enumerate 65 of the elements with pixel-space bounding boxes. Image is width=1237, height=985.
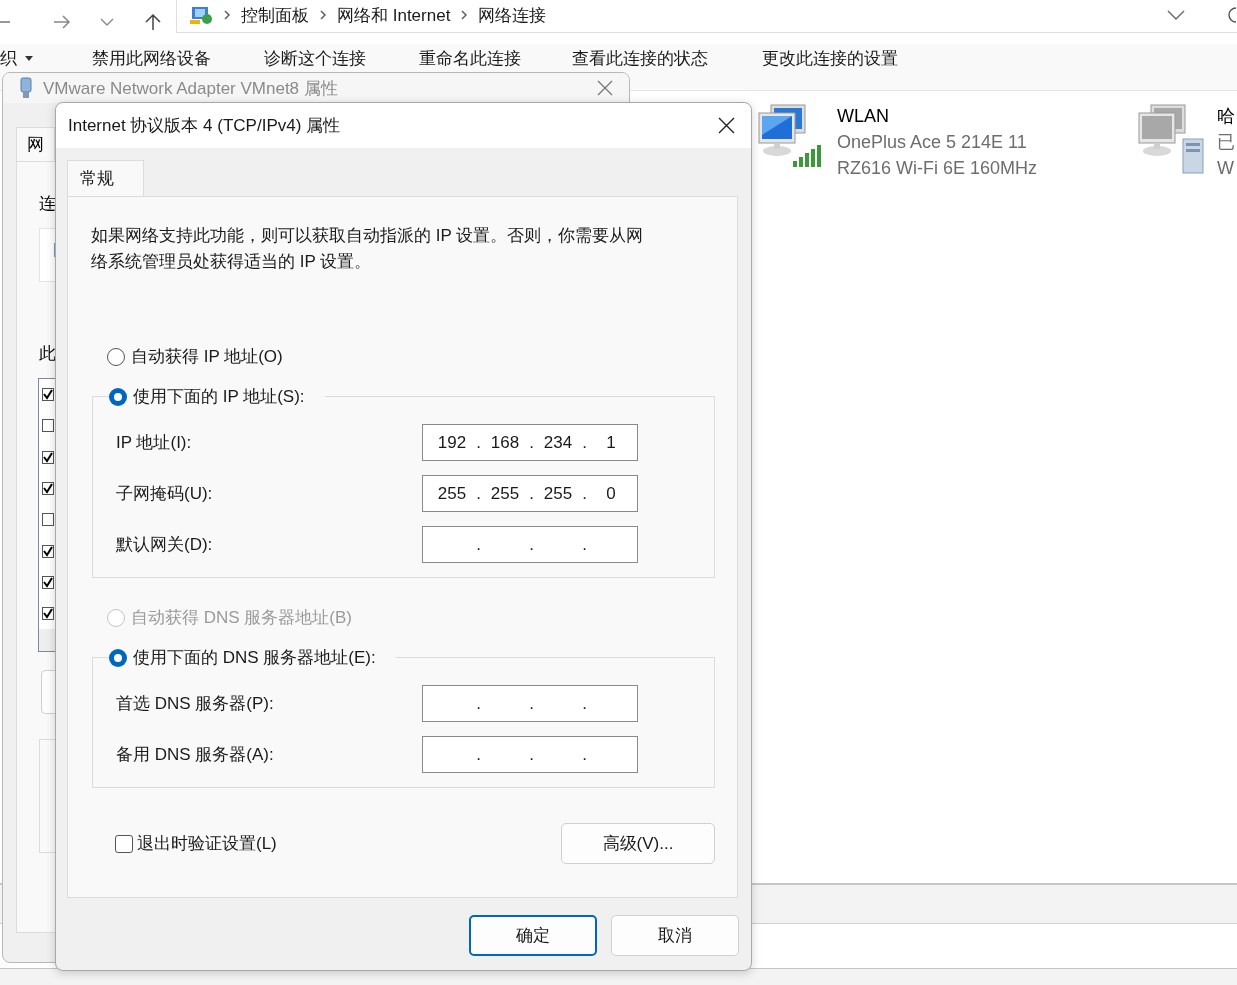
field-label: 子网掩码(U): bbox=[116, 483, 214, 505]
ip-address-field[interactable]: . . . bbox=[422, 685, 638, 722]
field-label: IP 地址(I): bbox=[116, 432, 193, 454]
connection-detail: RZ616 Wi-Fi 6E 160MHz bbox=[837, 157, 1038, 180]
toolbar-command[interactable]: 更改此连接的设置 bbox=[762, 47, 898, 69]
up-arrow-icon bbox=[144, 13, 162, 31]
connection-name: 哈 bbox=[1217, 105, 1235, 128]
field-label: 首选 DNS 服务器(P): bbox=[116, 693, 275, 715]
section-label: 此 bbox=[39, 343, 56, 365]
breadcrumb-item[interactable]: 控制面板 bbox=[241, 3, 309, 27]
checkbox[interactable] bbox=[42, 513, 54, 527]
tab[interactable]: 网 bbox=[16, 127, 55, 161]
checkbox[interactable] bbox=[42, 544, 54, 558]
organize-menu[interactable]: 织 bbox=[0, 47, 33, 69]
radio-button[interactable] bbox=[109, 387, 127, 406]
caret-down-icon bbox=[25, 55, 33, 61]
close-icon bbox=[718, 117, 735, 134]
chevron-right-icon bbox=[319, 10, 327, 20]
field-label: 默认网关(D): bbox=[116, 534, 214, 556]
connection-detail: OnePlus Ace 5 214E 11 bbox=[837, 131, 1028, 154]
chevron-right-icon bbox=[460, 10, 469, 20]
checkbox[interactable] bbox=[42, 575, 54, 589]
network-folder-icon bbox=[189, 5, 213, 25]
connection-detail: W bbox=[1217, 157, 1235, 180]
connection-detail: 已 bbox=[1217, 131, 1235, 154]
window-title: VMware Network Adapter VMnet8 属性 bbox=[43, 77, 339, 100]
advanced-button[interactable]: 高级(V)... bbox=[561, 823, 715, 864]
field-label: 备用 DNS 服务器(A): bbox=[116, 744, 275, 766]
breadcrumb-item[interactable]: 网络连接 bbox=[478, 3, 547, 27]
checkbox[interactable] bbox=[115, 834, 133, 853]
breadcrumb-item[interactable]: 网络和 Internet bbox=[337, 3, 451, 27]
toolbar-command[interactable]: 查看此连接的状态 bbox=[572, 47, 708, 69]
window-title: Internet 协议版本 4 (TCP/IPv4) 属性 bbox=[68, 115, 342, 137]
close-button[interactable] bbox=[718, 117, 735, 134]
address-bar[interactable]: 控制面板 网络和 Internet 网络连接 bbox=[176, 0, 1237, 33]
connection-name: WLAN bbox=[837, 105, 890, 128]
ip-address-field[interactable]: . . . bbox=[422, 526, 638, 563]
toolbar-command[interactable]: 诊断这个连接 bbox=[264, 47, 366, 69]
toolbar-command[interactable]: 重命名此连接 bbox=[419, 47, 521, 69]
section-label: 连 bbox=[39, 193, 56, 215]
close-icon[interactable] bbox=[597, 80, 613, 96]
network-adapter-icon bbox=[19, 77, 33, 99]
radio-option[interactable]: 自动获得 IP 地址(O) bbox=[107, 345, 714, 368]
chevron-down-icon bbox=[100, 18, 114, 26]
checkbox-option[interactable]: 退出时验证设置(L) bbox=[115, 832, 277, 855]
forward-arrow-icon bbox=[53, 14, 71, 30]
radio-button[interactable] bbox=[109, 648, 127, 667]
ip-address-field[interactable]: 255 . 255 . 255 . 0 bbox=[422, 475, 638, 512]
checkbox[interactable] bbox=[42, 450, 54, 464]
chevron-right-icon bbox=[223, 10, 231, 20]
radio-button[interactable] bbox=[107, 347, 125, 366]
checkbox[interactable] bbox=[42, 607, 54, 621]
cancel-button[interactable]: 取消 bbox=[611, 915, 739, 956]
refresh-icon bbox=[1225, 5, 1237, 25]
checkbox[interactable] bbox=[42, 419, 54, 433]
checkbox[interactable] bbox=[42, 481, 54, 495]
ip-address-field[interactable]: 192 . 168 . 234 . 1 bbox=[422, 424, 638, 461]
tab[interactable]: 常规 bbox=[67, 160, 144, 196]
checkbox[interactable] bbox=[42, 388, 54, 401]
ok-button[interactable]: 确定 bbox=[469, 915, 597, 956]
network-server-icon bbox=[1137, 103, 1207, 175]
description-text: 如果网络支持此功能，则可以获取自动指派的 IP 设置。否则，你需要从网络系统管理员处获得适当的 IP 设置。 bbox=[91, 225, 645, 273]
chevron-down-icon bbox=[1167, 10, 1185, 20]
ip-address-field[interactable]: . . . bbox=[422, 736, 638, 773]
toolbar-command[interactable]: 禁用此网络设备 bbox=[92, 47, 211, 69]
